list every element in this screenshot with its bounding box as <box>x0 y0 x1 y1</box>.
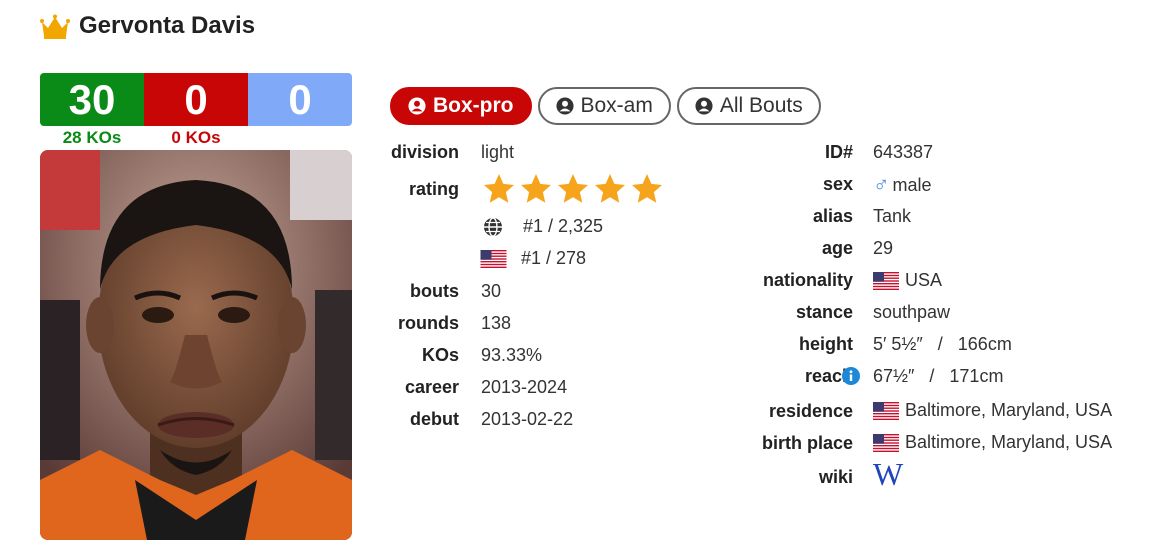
id-value: 643387 <box>873 142 934 162</box>
user-circle-icon <box>555 97 574 115</box>
us-flag-icon <box>480 249 507 268</box>
us-flag-icon <box>873 433 899 452</box>
division-value[interactable]: light <box>481 142 514 163</box>
world-rank[interactable]: #1 / 2,325 <box>483 216 603 237</box>
tab-label: Box-pro <box>433 94 514 117</box>
star-icon <box>595 174 625 203</box>
height-value: 5′ 5½″ / 166cm <box>873 334 1012 354</box>
nationality-value-row[interactable]: USA <box>873 270 942 291</box>
world-rank-text: #1 / 2,325 <box>523 216 604 236</box>
country-rank-text: #1 / 278 <box>521 248 587 268</box>
loss-kos: 0 KOs <box>171 128 221 147</box>
user-circle-icon <box>695 97 713 115</box>
residence-label: residence <box>768 401 853 421</box>
star-icon <box>484 174 514 203</box>
info-icon[interactable] <box>842 367 860 385</box>
wins-count: 30 <box>40 73 144 126</box>
us-flag-icon <box>873 401 899 420</box>
alias-label: alias <box>812 206 853 226</box>
losses-count: 0 <box>144 73 248 126</box>
career-value: 2013-2024 <box>481 377 568 397</box>
debut-label: debut <box>410 409 459 429</box>
birth-place-label: birth place <box>761 433 853 453</box>
division-label: division <box>390 142 459 162</box>
fighter-name: Gervonta Davis <box>79 12 256 39</box>
win-kos: 28 KOs <box>62 128 122 147</box>
globe-icon <box>484 216 502 237</box>
rating-label: rating <box>408 179 459 199</box>
sex-label: sex <box>822 174 853 194</box>
wiki-label: wiki <box>818 467 853 487</box>
record-tabs: Box-pro Box-am All Bouts <box>390 87 821 125</box>
bouts-label: bouts <box>410 281 459 301</box>
alias-value: Tank <box>873 206 912 226</box>
career-label: career <box>404 377 459 397</box>
tab-all-bouts[interactable]: All Bouts <box>676 87 821 125</box>
country-rank[interactable]: #1 / 278 <box>480 248 586 269</box>
draws-count: 0 <box>248 73 352 126</box>
stance-label: stance <box>795 302 853 322</box>
star-icon <box>521 174 551 203</box>
reach-value: 67½″ / 171cm <box>873 366 1004 386</box>
residence-value-row[interactable]: Baltimore, Maryland, USA <box>873 400 1112 421</box>
nationality-label: nationality <box>762 270 853 290</box>
age-value: 29 <box>873 238 894 258</box>
fighter-photo <box>40 150 352 540</box>
rounds-label: rounds <box>398 313 459 333</box>
us-flag-icon <box>873 271 899 290</box>
id-label: ID# <box>824 142 853 162</box>
height-label: height <box>799 334 853 354</box>
age-label: age <box>821 238 853 258</box>
wikipedia-icon: W <box>873 456 904 492</box>
tab-box-am[interactable]: Box-am <box>537 87 671 125</box>
tab-label: All Bouts <box>719 94 803 117</box>
bouts-value: 30 <box>481 281 502 301</box>
rating-stars <box>481 171 665 207</box>
tab-box-pro[interactable]: Box-pro <box>390 87 532 125</box>
star-icon <box>632 174 662 203</box>
kos-label: KOs <box>421 345 459 365</box>
kos-value: 93.33% <box>481 345 543 365</box>
debut-value: 2013-02-22 <box>481 409 574 429</box>
birth-place-value-row[interactable]: Baltimore, Maryland, USA <box>873 432 1112 453</box>
sex-value: male <box>892 174 932 195</box>
male-icon: ♂ <box>873 172 890 197</box>
user-circle-icon <box>408 97 426 115</box>
nationality-value: USA <box>905 270 943 290</box>
wikipedia-link[interactable]: W <box>873 456 903 493</box>
crown-icon <box>40 14 70 39</box>
rounds-value: 138 <box>481 313 512 333</box>
residence-value: Baltimore, Maryland, USA <box>905 400 1113 420</box>
star-icon <box>558 174 588 203</box>
tab-label: Box-am <box>580 94 653 117</box>
sex-value-row: ♂ male <box>873 172 932 198</box>
birth-place-value: Baltimore, Maryland, USA <box>905 432 1113 452</box>
stance-value: southpaw <box>873 302 951 322</box>
record-bar: 30 0 0 <box>40 73 352 126</box>
